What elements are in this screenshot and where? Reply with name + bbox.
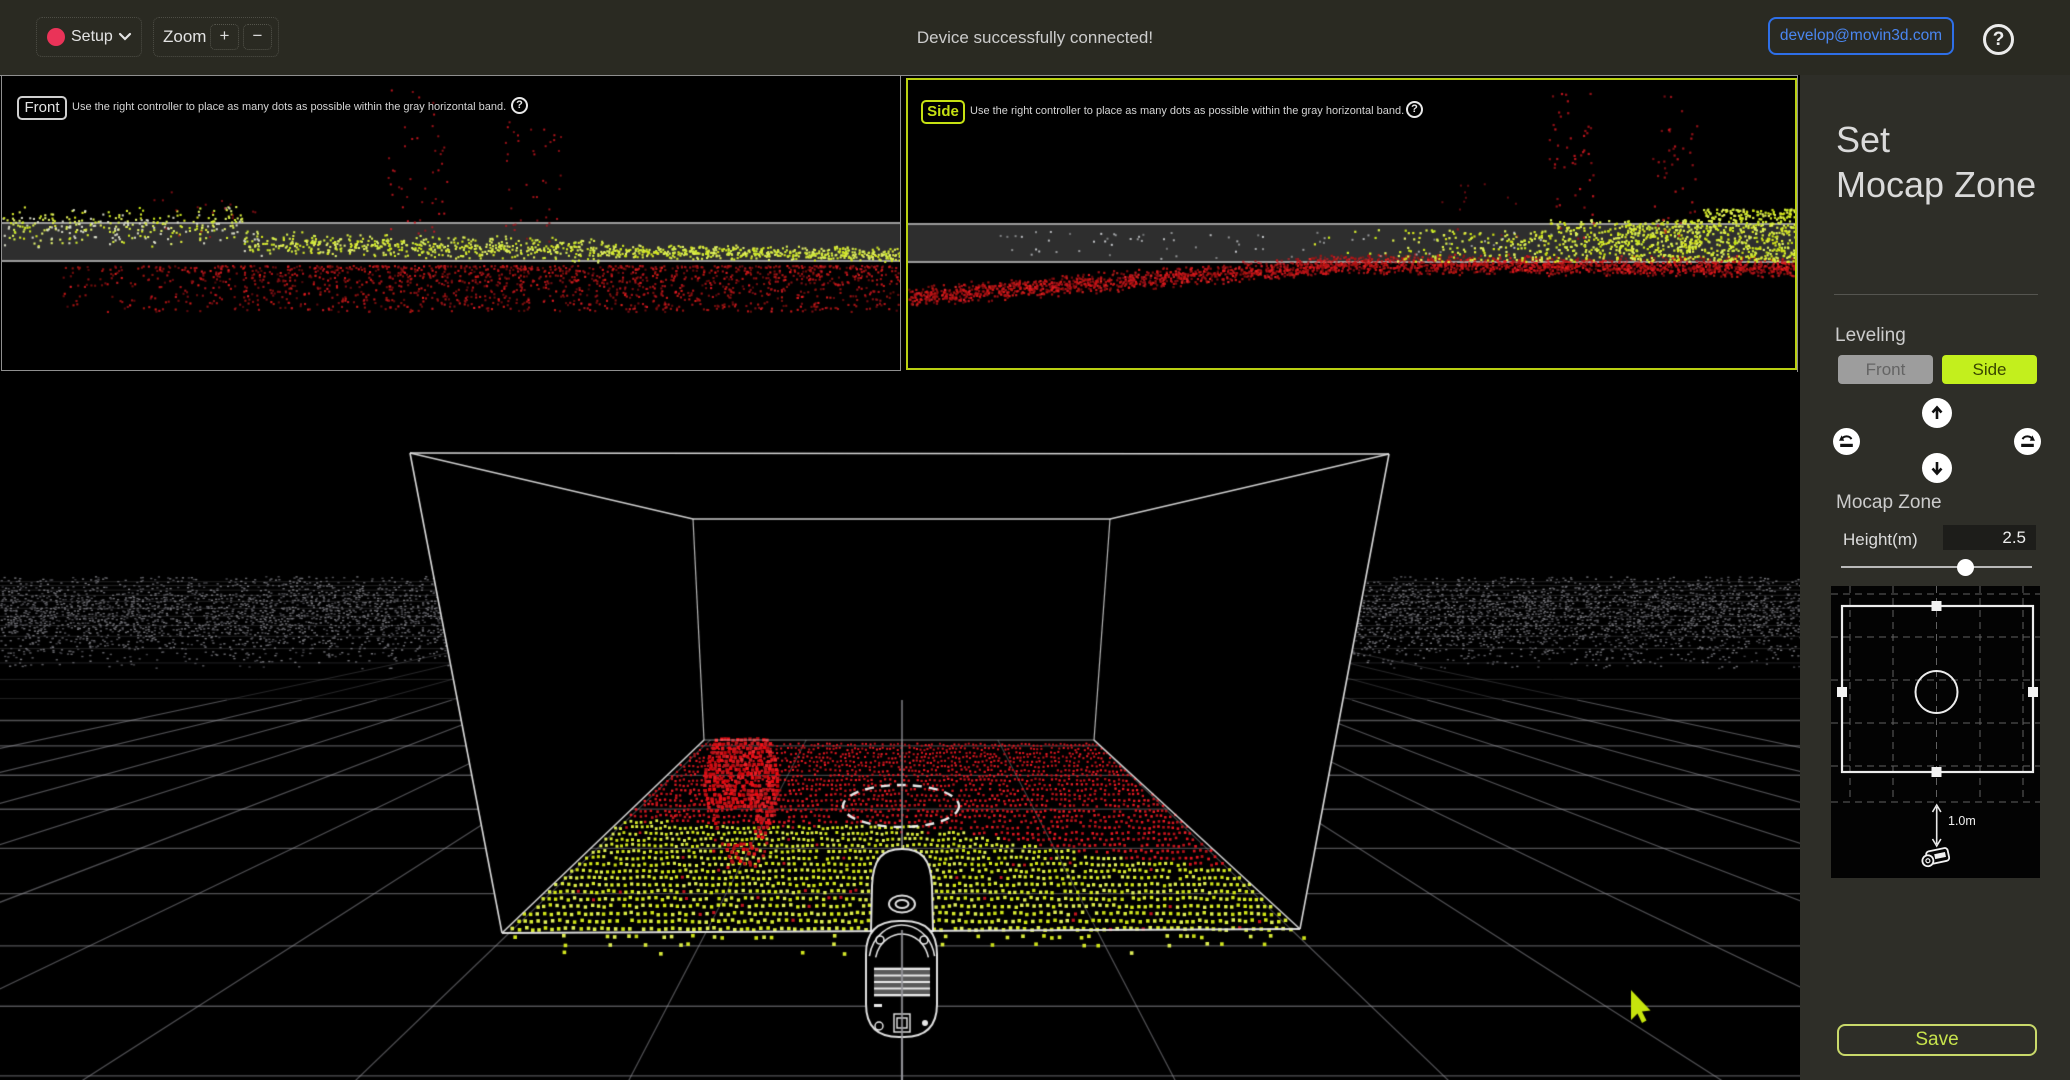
svg-text:1.0m: 1.0m: [1948, 814, 1976, 828]
